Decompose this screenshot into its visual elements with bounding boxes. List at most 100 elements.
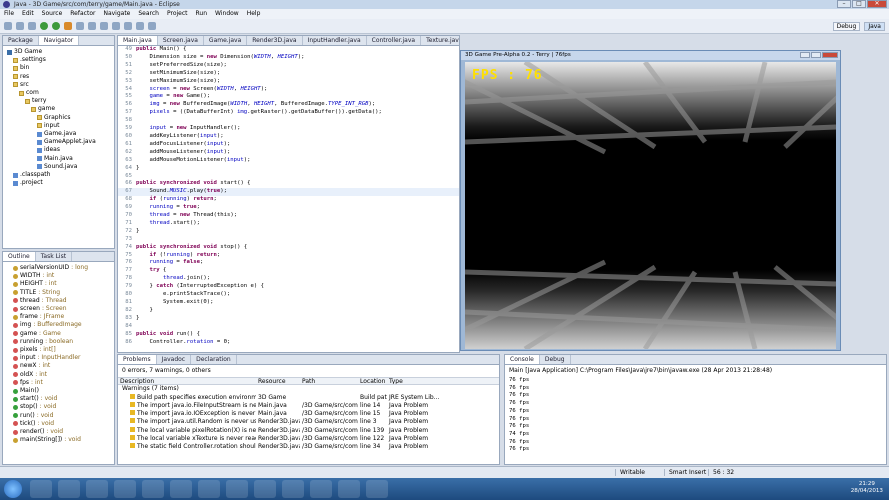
- debug-icon[interactable]: [40, 22, 48, 30]
- menu-project[interactable]: Project: [167, 9, 188, 19]
- tab-outline[interactable]: Outline: [3, 252, 36, 261]
- outline-item[interactable]: img : BufferedImage: [7, 321, 114, 329]
- spotify-taskbar-icon[interactable]: [254, 480, 276, 498]
- editor-tab[interactable]: InputHandler.java: [303, 36, 367, 45]
- outline-item[interactable]: pixels : int[]: [7, 346, 114, 354]
- new-icon[interactable]: [4, 22, 12, 30]
- game-close-button[interactable]: [822, 52, 838, 58]
- editor-tab[interactable]: Screen.java: [158, 36, 204, 45]
- column-header[interactable]: Path: [300, 378, 358, 384]
- navigator-item[interactable]: 3D Game: [7, 48, 114, 56]
- outline-item[interactable]: Main(): [7, 387, 114, 395]
- problem-row[interactable]: The local variable pixelRotation(X) is n…: [118, 426, 499, 435]
- tab-debug[interactable]: Debug: [540, 355, 571, 364]
- outline-item[interactable]: running : boolean: [7, 338, 114, 346]
- navigator-item[interactable]: game: [7, 105, 114, 113]
- navigator-item[interactable]: input: [7, 122, 114, 130]
- column-header[interactable]: Resource: [256, 378, 300, 384]
- java-taskbar-icon[interactable]: [366, 480, 388, 498]
- outline-item[interactable]: stop() : void: [7, 403, 114, 411]
- tab-javadoc[interactable]: Javadoc: [157, 355, 192, 364]
- outline-item[interactable]: serialVersionUID : long: [7, 264, 114, 272]
- editor-tab[interactable]: Controller.java: [367, 36, 422, 45]
- tab-problems[interactable]: Problems: [118, 355, 157, 364]
- eclipse-taskbar-icon[interactable]: [198, 480, 220, 498]
- navigator-item[interactable]: ideas: [7, 146, 114, 154]
- search-icon[interactable]: [124, 22, 132, 30]
- navigator-item[interactable]: bin: [7, 64, 114, 72]
- new-class-icon[interactable]: [100, 22, 108, 30]
- perspective-java[interactable]: Java: [864, 22, 885, 31]
- problem-row[interactable]: The local variable xTexture is never rea…: [118, 435, 499, 443]
- network-taskbar-icon[interactable]: [282, 480, 304, 498]
- editor-tab[interactable]: Game.java: [204, 36, 248, 45]
- navigator-item[interactable]: Main.java: [7, 155, 114, 163]
- menu-search[interactable]: Search: [138, 9, 159, 19]
- menu-edit[interactable]: Edit: [22, 9, 34, 19]
- menu-refactor[interactable]: Refactor: [70, 9, 95, 19]
- outline-item[interactable]: WIDTH : int: [7, 272, 114, 280]
- navigator-item[interactable]: terry: [7, 97, 114, 105]
- maximize-button[interactable]: □: [852, 0, 866, 8]
- tab-console[interactable]: Console: [505, 355, 540, 364]
- outline-item[interactable]: input : InputHandler: [7, 354, 114, 362]
- column-header[interactable]: Type: [387, 378, 447, 384]
- navigator-item[interactable]: Sound.java: [7, 163, 114, 171]
- forward-icon[interactable]: [148, 22, 156, 30]
- outline-item[interactable]: run() : void: [7, 412, 114, 420]
- outline-item[interactable]: start() : void: [7, 395, 114, 403]
- console-output[interactable]: 76 fps 76 fps 76 fps 76 fps 76 fps 76 fps 76 f…: [505, 377, 886, 454]
- open-type-icon[interactable]: [112, 22, 120, 30]
- steam-taskbar-icon[interactable]: [142, 480, 164, 498]
- outline-item[interactable]: oldX : int: [7, 371, 114, 379]
- navigator-item[interactable]: res: [7, 73, 114, 81]
- flag-taskbar-icon[interactable]: [338, 480, 360, 498]
- tab-navigator[interactable]: Navigator: [38, 36, 80, 45]
- paint-taskbar-icon[interactable]: [170, 480, 192, 498]
- outline-item[interactable]: newX : int: [7, 362, 114, 370]
- navigator-item[interactable]: src: [7, 81, 114, 89]
- menu-help[interactable]: Help: [247, 9, 261, 19]
- problem-row[interactable]: The static field Controller.rotation sho…: [118, 443, 499, 451]
- game-maximize-button[interactable]: [811, 52, 821, 58]
- navigator-item[interactable]: com: [7, 89, 114, 97]
- navigator-item[interactable]: Graphics: [7, 114, 114, 122]
- media-taskbar-icon[interactable]: [226, 480, 248, 498]
- menu-navigate[interactable]: Navigate: [103, 9, 130, 19]
- menu-window[interactable]: Window: [215, 9, 239, 19]
- folder-taskbar-icon[interactable]: [58, 480, 80, 498]
- tab-declaration[interactable]: Declaration: [191, 355, 237, 364]
- run-icon[interactable]: [52, 22, 60, 30]
- outline-item[interactable]: tick() : void: [7, 420, 114, 428]
- back-icon[interactable]: [136, 22, 144, 30]
- problem-row[interactable]: Build path specifies execution environme…: [118, 393, 499, 402]
- editor-tab[interactable]: Texture.java: [421, 36, 459, 45]
- outline-item[interactable]: TITLE : String: [7, 289, 114, 297]
- outline-item[interactable]: game : Game: [7, 330, 114, 338]
- navigator-item[interactable]: .settings: [7, 56, 114, 64]
- column-header[interactable]: Description: [118, 378, 256, 384]
- perspective-debug[interactable]: Debug: [832, 22, 861, 31]
- outline-item[interactable]: screen : Screen: [7, 305, 114, 313]
- menu-run[interactable]: Run: [196, 9, 208, 19]
- navigator-item[interactable]: .classpath: [7, 171, 114, 179]
- problem-row[interactable]: The import java.io.FileInputStream is ne…: [118, 401, 499, 410]
- code-area[interactable]: 49 public Main() {50 Dimension size = new…: [118, 46, 459, 352]
- outline-item[interactable]: HEIGHT : int: [7, 280, 114, 288]
- problem-row[interactable]: The import java.util.Random is never use…: [118, 418, 499, 426]
- browser-taskbar-icon[interactable]: [310, 480, 332, 498]
- tab-task-list[interactable]: Task List: [36, 252, 73, 261]
- outline-item[interactable]: frame : JFrame: [7, 313, 114, 321]
- problem-row[interactable]: The import java.io.IOException is never …: [118, 410, 499, 418]
- editor-tab[interactable]: Render3D.java: [247, 36, 303, 45]
- game-canvas[interactable]: FPS : 76: [465, 62, 836, 349]
- start-button[interactable]: [4, 480, 22, 498]
- menu-source[interactable]: Source: [42, 9, 63, 19]
- chrome-taskbar-icon[interactable]: [86, 480, 108, 498]
- outline-item[interactable]: main(String[]) : void: [7, 436, 114, 444]
- editor-tab[interactable]: Main.java: [118, 36, 158, 45]
- navigator-item[interactable]: .project: [7, 179, 114, 187]
- close-button[interactable]: ✕: [867, 0, 887, 8]
- skype-taskbar-icon[interactable]: [114, 480, 136, 498]
- navigator-item[interactable]: GameApplet.java: [7, 138, 114, 146]
